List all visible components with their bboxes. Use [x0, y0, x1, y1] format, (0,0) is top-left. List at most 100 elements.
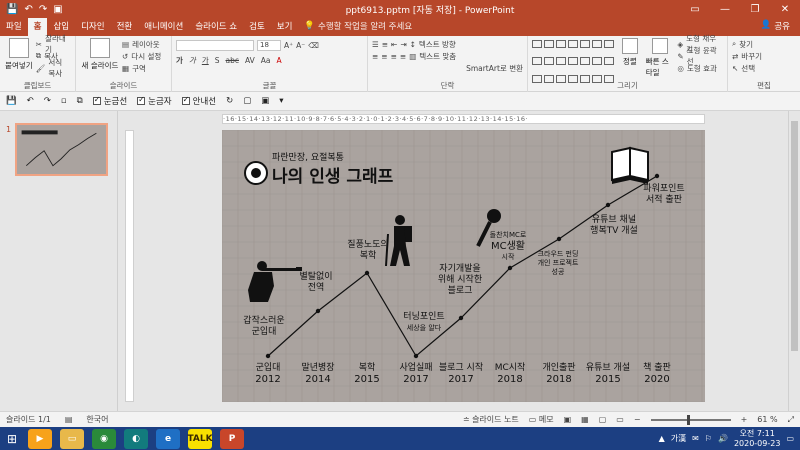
- group-icon[interactable]: ▢: [243, 96, 251, 106]
- rotate-icon[interactable]: ↻: [226, 96, 233, 106]
- reading-view-icon[interactable]: ▢: [599, 415, 607, 424]
- shadow-icon[interactable]: S: [215, 56, 220, 65]
- tell-me-box[interactable]: 💡 수행할 작업을 알려 주세요: [298, 18, 418, 36]
- volume-icon[interactable]: 🔊: [718, 434, 728, 443]
- ime-indicator[interactable]: 가漢: [671, 433, 686, 444]
- notes-button[interactable]: ≐ 슬라이드 노트: [463, 414, 519, 425]
- align-left-icon[interactable]: ≡: [372, 52, 378, 61]
- tab-animations[interactable]: 애니메이션: [138, 18, 189, 36]
- spacing-icon[interactable]: AV: [245, 56, 255, 65]
- format-painter-button[interactable]: 🖌 서식 복사: [36, 58, 71, 78]
- shape-outline-button[interactable]: ✎ 도형 윤곽선: [677, 46, 723, 66]
- action-center-icon[interactable]: ▭: [786, 434, 794, 443]
- taskbar-clock[interactable]: 오전 7:11 2020-09-23: [734, 429, 781, 449]
- undo-icon[interactable]: ↶: [27, 96, 34, 106]
- grow-font-icon[interactable]: A⁺: [284, 41, 293, 50]
- powerpoint-taskbar-icon[interactable]: P: [220, 428, 244, 449]
- bold-icon[interactable]: 가: [176, 55, 183, 66]
- undo-icon[interactable]: ↶: [24, 4, 32, 15]
- app-icon[interactable]: ◐: [124, 428, 148, 449]
- bullets-icon[interactable]: ☰: [372, 40, 379, 49]
- internet-explorer-icon[interactable]: e: [156, 428, 180, 449]
- event-label-e7[interactable]: 크라우드 펀딩 개인 프로젝트 성공: [514, 250, 602, 277]
- scrollbar-thumb[interactable]: [791, 121, 798, 351]
- redo-icon[interactable]: ↷: [39, 4, 47, 15]
- columns-icon[interactable]: ▥: [409, 52, 416, 61]
- chrome-icon[interactable]: ◉: [92, 428, 116, 449]
- guides-checkbox[interactable]: 안내선: [181, 95, 216, 107]
- save-icon[interactable]: 💾: [6, 4, 18, 15]
- tab-file[interactable]: 파일: [0, 18, 28, 36]
- tab-view[interactable]: 보기: [271, 18, 299, 36]
- slide-title[interactable]: 나의 인생 그래프: [272, 162, 393, 187]
- redo-icon[interactable]: ↷: [44, 96, 51, 106]
- slide-canvas[interactable]: 파란만장, 요절복통 나의 인생 그래프 군입대 2012 말년병장 2014 복학 20…: [222, 130, 705, 402]
- ruler-checkbox[interactable]: 눈금선: [92, 95, 127, 107]
- new-icon[interactable]: ▫: [61, 96, 67, 106]
- section-button[interactable]: ▦ 구역: [122, 62, 161, 74]
- network-icon[interactable]: ⚐: [705, 434, 712, 443]
- text-direction-button[interactable]: 텍스트 방향: [419, 39, 456, 50]
- event-label-e1[interactable]: 갑작스러운 군입대: [220, 316, 308, 338]
- align-right-icon[interactable]: ≡: [391, 52, 397, 61]
- shrink-font-icon[interactable]: A⁻: [296, 41, 305, 50]
- vertical-scrollbar[interactable]: [788, 111, 800, 411]
- tray-overflow-icon[interactable]: ▲: [659, 434, 665, 443]
- save-icon[interactable]: 💾: [6, 96, 17, 106]
- media-player-icon[interactable]: ▶: [28, 428, 52, 449]
- zoom-slider-knob[interactable]: [686, 414, 690, 425]
- cut-button[interactable]: ✂ 잘라내기: [36, 34, 71, 54]
- event-label-e9[interactable]: 파워포인트 서적 출판: [620, 184, 708, 206]
- tab-review[interactable]: 검토: [243, 18, 271, 36]
- normal-view-icon[interactable]: ▣: [564, 415, 572, 424]
- outdent-icon[interactable]: ⇥: [400, 40, 406, 49]
- replace-button[interactable]: ⇄ 바꾸기: [732, 50, 796, 62]
- tab-transitions[interactable]: 전환: [111, 18, 139, 36]
- justify-icon[interactable]: ≡: [400, 52, 406, 61]
- kakaotalk-icon[interactable]: TALK: [187, 428, 213, 449]
- smartart-button[interactable]: SmartArt로 변환: [466, 63, 523, 74]
- minimize-button[interactable]: —: [710, 4, 740, 15]
- language-indicator[interactable]: 한국어: [86, 414, 108, 425]
- spellcheck-icon[interactable]: ▤: [65, 415, 73, 424]
- more-icon[interactable]: ▾: [279, 96, 283, 106]
- share-button[interactable]: 👤 공유: [751, 18, 800, 36]
- line-spacing-icon[interactable]: ↕: [410, 40, 416, 49]
- font-name-dropdown[interactable]: [176, 39, 254, 51]
- tab-slideshow[interactable]: 슬라이드 쇼: [189, 18, 243, 36]
- zoom-level[interactable]: 61 %: [757, 415, 777, 424]
- event-label-e2[interactable]: 별탈없이 전역: [272, 272, 360, 294]
- italic-icon[interactable]: 가: [189, 55, 196, 66]
- slideshow-icon[interactable]: ▣: [53, 4, 62, 15]
- gridlines-checkbox[interactable]: 눈금자: [137, 95, 172, 107]
- slide-thumbnail[interactable]: [15, 123, 108, 176]
- close-button[interactable]: ✕: [770, 4, 800, 15]
- font-size-dropdown[interactable]: 18: [257, 39, 281, 51]
- comments-button[interactable]: ▭ 메모: [529, 414, 554, 425]
- align-center-icon[interactable]: ≡: [381, 52, 387, 61]
- slideshow-view-icon[interactable]: ▭: [616, 415, 624, 424]
- strikethrough-icon[interactable]: abc: [225, 56, 238, 65]
- event-label-e8[interactable]: 유튜브 채널 행복TV 개설: [570, 215, 658, 237]
- fit-slide-icon[interactable]: ⤢: [788, 415, 794, 425]
- numbering-icon[interactable]: ≡: [382, 40, 388, 49]
- shape-effects-button[interactable]: ◎ 도형 효과: [677, 62, 723, 74]
- zoom-out-button[interactable]: −: [634, 415, 641, 424]
- layout-button[interactable]: ▤ 레이아웃: [122, 38, 161, 50]
- select-button[interactable]: ↖ 선택: [732, 62, 796, 74]
- zoom-slider[interactable]: [650, 414, 731, 425]
- underline-icon[interactable]: 가: [202, 55, 209, 66]
- reset-button[interactable]: ↺ 다시 설정: [122, 50, 161, 62]
- find-button[interactable]: ⌕ 찾기: [732, 38, 796, 50]
- event-label-e3[interactable]: 질풍노도의 복학: [324, 240, 412, 262]
- case-icon[interactable]: Aa: [261, 56, 271, 65]
- zoom-in-button[interactable]: +: [741, 415, 748, 424]
- clear-format-icon[interactable]: ⌫: [308, 41, 319, 50]
- restore-button[interactable]: ❐: [740, 4, 770, 15]
- tab-design[interactable]: 디자인: [75, 18, 110, 36]
- copy-icon[interactable]: ⧉: [77, 96, 83, 106]
- event-label-e5[interactable]: 자기개발을 위해 시작한 블로그: [416, 264, 504, 297]
- notification-icon[interactable]: ✉: [692, 434, 699, 443]
- sorter-view-icon[interactable]: ▦: [581, 415, 589, 424]
- event-label-e4[interactable]: 터닝포인트 세상을 알다: [380, 312, 468, 334]
